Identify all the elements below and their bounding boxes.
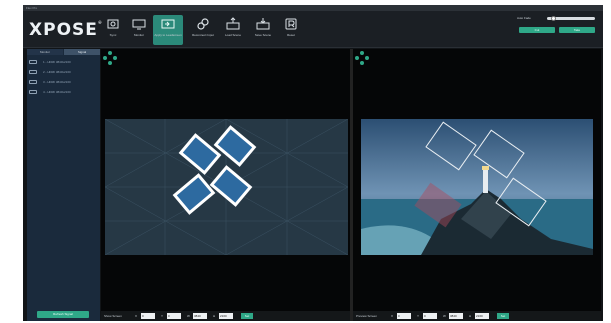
window-layer[interactable] [209,165,253,207]
move-handle-icon[interactable] [103,51,117,65]
input-item[interactable]: 4 - HDMI 3840x2160 [29,89,98,95]
set-button[interactable]: Set [497,313,509,319]
preview-layout-grid [105,119,348,255]
program-canvas[interactable] [361,119,593,255]
input-sidebar: Monitor Signal 1 - HDMI 3840x2160 2 - HD… [27,49,100,321]
slider-knob[interactable] [551,16,556,21]
load-scene-icon [226,17,240,30]
input-item[interactable]: 2 - HDMI 3840x2160 [29,69,98,75]
cut-button[interactable]: Cut [519,27,555,33]
y-field[interactable]: 0 [423,313,437,319]
window-layer[interactable] [178,133,222,175]
w-field[interactable]: 3840 [193,313,207,319]
program-screen[interactable] [353,49,601,311]
w-field[interactable]: 3840 [449,313,463,319]
auto-fade-slider[interactable] [547,16,595,21]
h-field[interactable]: 2160 [219,313,233,319]
input-item[interactable]: 1 - HDMI 3840x2160 [29,59,98,65]
apply-to-leadscreen-button[interactable]: Apply to Leadscreen [153,15,183,45]
save-scene-button[interactable]: Save Scene [249,15,277,45]
reconnect-input-button[interactable]: Reconnect Input [189,15,217,45]
program-coordinate-bar: Preview Screen X 0 Y 0 W 3840 H 2160 Set [353,311,601,321]
app-logo: XPOSE® [29,20,103,40]
sidebar-tabs: Monitor Signal [27,49,100,55]
refresh-signal-button[interactable]: Refresh Signal [37,311,89,318]
apply-icon [161,19,175,29]
y-field[interactable]: 0 [167,313,181,319]
input-item[interactable]: 3 - HDMI 3840x2160 [29,79,98,85]
app-window: Flex Pro XPOSE® Sync Monitor Apply to Le… [23,5,603,321]
h-field[interactable]: 2160 [475,313,489,319]
sync-icon [107,19,119,29]
hdmi-icon [29,80,37,84]
preview-screen[interactable] [101,49,350,311]
reset-icon [285,18,297,30]
tab-signal[interactable]: Signal [64,49,100,55]
hdmi-icon [29,70,37,74]
window-title: Flex Pro [26,6,38,10]
take-button[interactable]: Take [559,27,595,33]
tab-monitor[interactable]: Monitor [27,49,63,55]
window-layer[interactable] [172,173,216,215]
preview-coordinate-bar: Show Screen X 0 Y 0 W 3840 H 2160 Set [101,311,350,321]
reset-button[interactable]: Reset [279,15,303,45]
lighthouse-image [361,119,593,255]
monitor-button[interactable]: Monitor [127,15,151,45]
hdmi-icon [29,60,37,64]
auto-fade-label: Auto Fade [517,16,531,20]
window-layer[interactable] [213,125,257,167]
link-icon [197,18,209,30]
save-scene-icon [256,18,270,30]
hdmi-icon [29,90,37,94]
preview-canvas[interactable] [105,119,348,255]
load-scene-button[interactable]: Load Scene [219,15,247,45]
move-handle-icon[interactable] [355,51,369,65]
toolbar: XPOSE® Sync Monitor Apply to Leadscreen [23,11,603,48]
sync-button[interactable]: Sync [101,15,125,45]
x-field[interactable]: 0 [141,313,155,319]
auto-fade-panel: Auto Fade Cut Take [517,15,599,47]
x-field[interactable]: 0 [397,313,411,319]
set-button[interactable]: Set [241,313,253,319]
monitor-icon [132,19,146,30]
